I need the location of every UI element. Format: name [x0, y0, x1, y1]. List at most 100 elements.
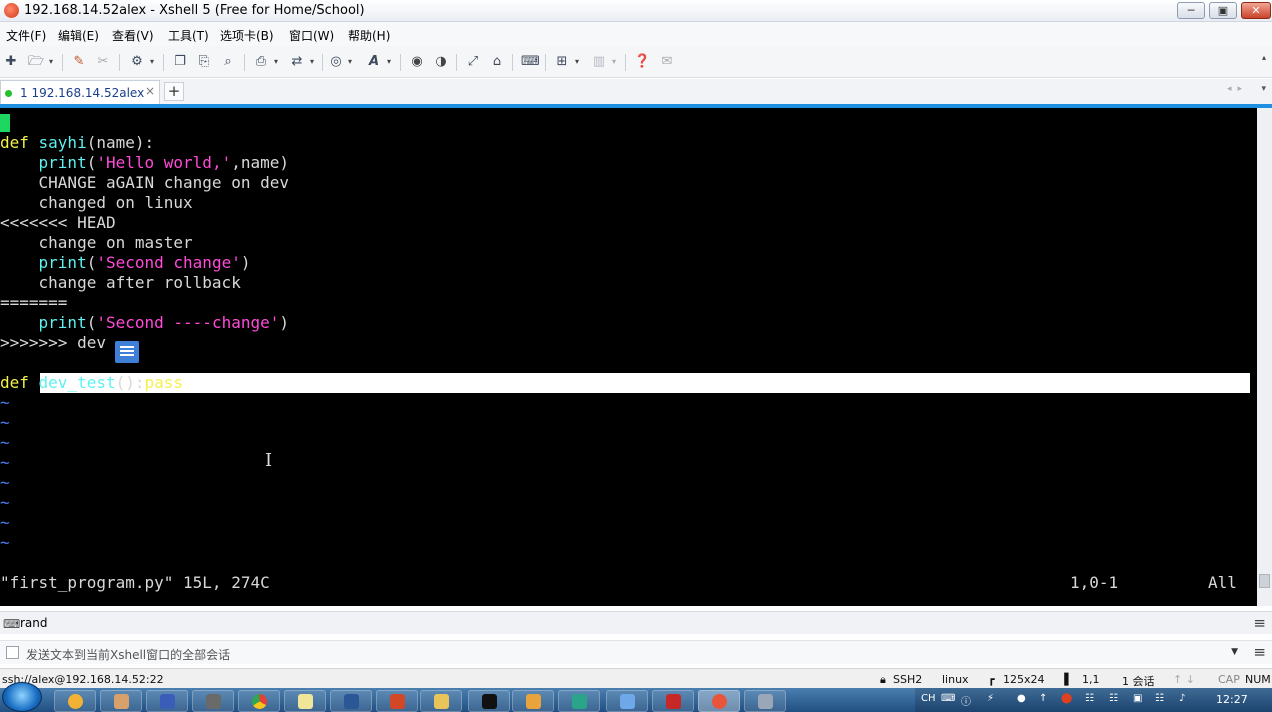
taskbar-app-xshell[interactable]	[698, 690, 740, 712]
new-session-icon[interactable]: ✚	[3, 54, 19, 70]
taskbar-app-misc[interactable]	[744, 690, 786, 712]
tray-devices-icon[interactable]: ☷	[1109, 693, 1118, 704]
paint-icon	[114, 694, 129, 709]
tray-app-red-icon[interactable]: ●	[1017, 693, 1026, 704]
menu-edit[interactable]: 编辑(E)	[58, 27, 99, 44]
tab-session-1[interactable]: 1 192.168.14.52alex ×	[0, 80, 160, 104]
layout-icon[interactable]: ▥	[591, 54, 607, 70]
taskbar-app-powerpoint[interactable]	[376, 690, 418, 712]
new-tab-icon[interactable]: ⊞	[554, 54, 570, 70]
taskbar-app-chrome[interactable]	[238, 690, 280, 712]
input-language[interactable]: CH	[921, 693, 936, 704]
settings-icon[interactable]: ⚙	[129, 54, 145, 70]
tray-help-icon[interactable]: ⓘ	[961, 693, 971, 708]
tray-network-icon[interactable]: ⚡	[987, 693, 994, 704]
layout-dropdown-caret[interactable]: ▾	[612, 54, 616, 70]
taskbar-app-notepad[interactable]	[284, 690, 326, 712]
lock-icon[interactable]: ⌂	[489, 54, 505, 70]
tray-monitor-icon[interactable]: ▣	[1133, 693, 1142, 704]
font-dropdown-caret[interactable]: ▾	[387, 54, 391, 70]
tab-close-icon[interactable]: ×	[145, 84, 155, 98]
compose-menu-icon[interactable]: ≡	[1253, 614, 1266, 632]
find-icon[interactable]: ⌕	[220, 54, 236, 70]
new-tab-dropdown-caret[interactable]: ▾	[575, 54, 579, 70]
taskbar-app-cart[interactable]	[512, 690, 554, 712]
transfer-icon[interactable]: ⇄	[289, 54, 305, 70]
chat-icon[interactable]: ✉	[659, 54, 675, 70]
open-folder-icon[interactable]: 🗁	[28, 54, 44, 70]
close-button[interactable]: ✕	[1241, 2, 1271, 19]
xmanager-icon[interactable]: ◑	[433, 54, 449, 70]
ime-icon[interactable]: ⌨	[941, 693, 955, 704]
toolbar-overflow-caret[interactable]: ▴	[1262, 50, 1266, 66]
send-all-checkbox[interactable]	[6, 646, 19, 659]
menu-tools[interactable]: 工具(T)	[168, 27, 209, 44]
cmd-icon	[482, 694, 497, 709]
open-dropdown-caret[interactable]: ▾	[49, 54, 53, 70]
minimize-button[interactable]: ─	[1177, 2, 1205, 19]
terminal-text: CHANGE aGAIN change on dev	[0, 173, 289, 192]
copy-icon[interactable]: ❐	[172, 54, 188, 70]
menu-tabs[interactable]: 选项卡(B)	[220, 27, 274, 44]
menu-window[interactable]: 窗口(W)	[289, 27, 334, 44]
fullscreen-icon[interactable]: ⤢	[465, 54, 481, 70]
toolbar: ✚ 🗁 ▾ ✎ ✂ ⚙ ▾ ❐ ⎘ ⌕ ⎙ ▾ ⇄ ▾ ◎ ▾ A ▾ ◉ ◑ …	[0, 46, 1272, 78]
print-icon[interactable]: ⎙	[253, 54, 269, 70]
taskbar-app-save[interactable]	[146, 690, 188, 712]
status-bar: ssh://alex@192.168.14.52:22 🔒︎ SSH2 linu…	[0, 668, 1272, 688]
menu-file[interactable]: 文件(F)	[6, 27, 46, 44]
send-bar-menu-icon[interactable]: ≡	[1253, 643, 1266, 661]
menu-view[interactable]: 查看(V)	[112, 27, 154, 44]
tray-grid-icon[interactable]: ☷	[1085, 693, 1094, 704]
lock-small-icon: 🔒︎	[880, 673, 886, 686]
toolbar-separator	[512, 54, 513, 71]
keyboard-icon[interactable]: ⌨	[521, 54, 540, 70]
menu-help[interactable]: 帮助(H)	[348, 27, 390, 44]
disconnect-icon[interactable]: ✂	[95, 54, 111, 70]
terminal-screen[interactable]: def sayhi(name): print('Hello world,',na…	[0, 108, 1257, 606]
taskbar-app-redapp[interactable]	[652, 690, 694, 712]
help-icon[interactable]: ❓	[634, 54, 650, 70]
taskbar-app-explorer[interactable]	[420, 690, 462, 712]
taskbar-app-tools[interactable]	[192, 690, 234, 712]
start-button[interactable]	[2, 682, 42, 712]
tab-list-caret[interactable]: ▾	[1261, 84, 1266, 94]
send-to-all-bar[interactable]: 发送文本到当前Xshell窗口的全部会话 ▼ ≡	[0, 640, 1272, 664]
taskbar-clock[interactable]: 12:27	[1216, 693, 1248, 706]
settings-dropdown-caret[interactable]: ▾	[150, 54, 154, 70]
properties-icon[interactable]: ✎	[71, 54, 87, 70]
globe-icon[interactable]: ◎	[328, 54, 344, 70]
font-icon[interactable]: A	[366, 54, 382, 70]
tray-wifi-icon[interactable]: ☷	[1155, 693, 1164, 704]
tray-record-icon[interactable]: ⬤	[1061, 693, 1072, 704]
terminal-scrollbar[interactable]	[1257, 108, 1272, 606]
volume-icon[interactable]: ♪	[1179, 693, 1185, 704]
taskbar-app-cmd[interactable]	[468, 690, 510, 712]
tray-arrow-icon[interactable]: ↑	[1039, 693, 1047, 704]
send-all-dropdown-caret[interactable]: ▼	[1231, 647, 1238, 657]
terminal-text: def	[0, 133, 39, 152]
compose-bar[interactable]: ⌨ rand ≡	[0, 611, 1272, 634]
taskbar-app-photos[interactable]	[606, 690, 648, 712]
send-all-input[interactable]: 发送文本到当前Xshell窗口的全部会话	[26, 646, 230, 663]
floating-note-icon[interactable]	[115, 341, 139, 363]
xftp-icon[interactable]: ◉	[409, 54, 425, 70]
taskbar-app-paint[interactable]	[100, 690, 142, 712]
session-nav-arrows-icon[interactable]: ↑ ↓	[1173, 673, 1195, 686]
terminal-line: ~	[0, 473, 10, 493]
taskbar-app-word[interactable]	[330, 690, 372, 712]
globe-dropdown-caret[interactable]: ▾	[348, 54, 352, 70]
taskbar-app-browser[interactable]	[54, 690, 96, 712]
maximize-button[interactable]: ▣	[1209, 2, 1237, 19]
tab-nav-arrows-icon[interactable]: ◂▸	[1227, 84, 1248, 94]
paste-icon[interactable]: ⎘	[196, 54, 212, 70]
taskbar: CH ⌨ ⓘ ⚡ ● ↑ ⬤ ☷ ☷ ▣ ☷ ♪ 12:27	[0, 682, 1272, 712]
print-dropdown-caret[interactable]: ▾	[274, 54, 278, 70]
taskbar-app-xshell-terminal[interactable]	[558, 690, 600, 712]
scrollbar-thumb[interactable]	[1259, 574, 1270, 588]
compose-input[interactable]: rand	[20, 616, 48, 630]
transfer-dropdown-caret[interactable]: ▾	[310, 54, 314, 70]
new-tab-button[interactable]: +	[164, 82, 184, 101]
